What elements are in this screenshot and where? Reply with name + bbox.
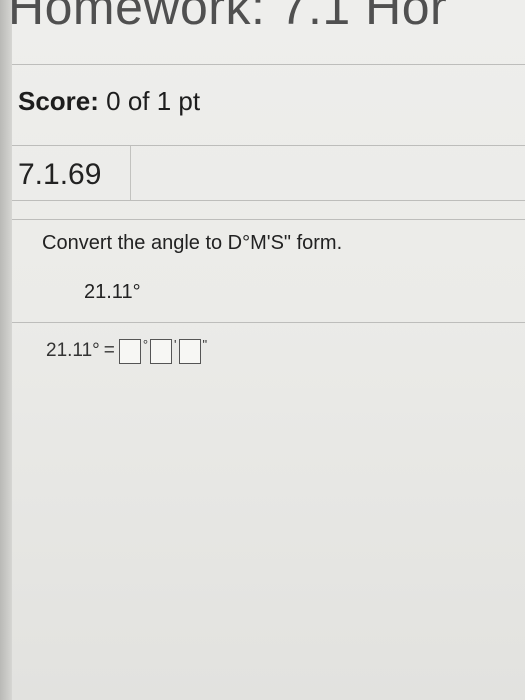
score-value: 0 of 1 pt bbox=[106, 86, 201, 116]
minute-symbol: ' bbox=[174, 336, 177, 352]
given-angle: 21.11° bbox=[84, 281, 141, 303]
screen: Homework: 7.1 Hor Score: 0 of 1 pt 7.1.6… bbox=[0, 0, 525, 700]
divider bbox=[12, 219, 525, 220]
answer-row: 21.11° = ° ' " bbox=[46, 336, 208, 366]
minutes-input[interactable] bbox=[150, 338, 173, 364]
seconds-input[interactable] bbox=[178, 338, 201, 364]
window-edge bbox=[0, 0, 12, 700]
question-number-box: 7.1.69 bbox=[12, 146, 131, 200]
answer-lhs: 21.11° bbox=[46, 340, 100, 361]
divider bbox=[12, 64, 525, 65]
divider bbox=[12, 200, 525, 201]
question-instruction: Convert the angle to D°M'S" form. bbox=[42, 232, 343, 254]
equals-sign: = bbox=[103, 340, 115, 361]
score-label: Score: bbox=[18, 86, 99, 116]
second-symbol: " bbox=[202, 336, 208, 352]
divider bbox=[12, 322, 525, 323]
score-line: Score: 0 of 1 pt bbox=[18, 86, 200, 117]
degree-symbol: ° bbox=[142, 336, 149, 352]
page-title: Homework: 7.1 Hor bbox=[8, 0, 448, 35]
question-number: 7.1.69 bbox=[18, 158, 102, 191]
degrees-input[interactable] bbox=[118, 338, 141, 364]
